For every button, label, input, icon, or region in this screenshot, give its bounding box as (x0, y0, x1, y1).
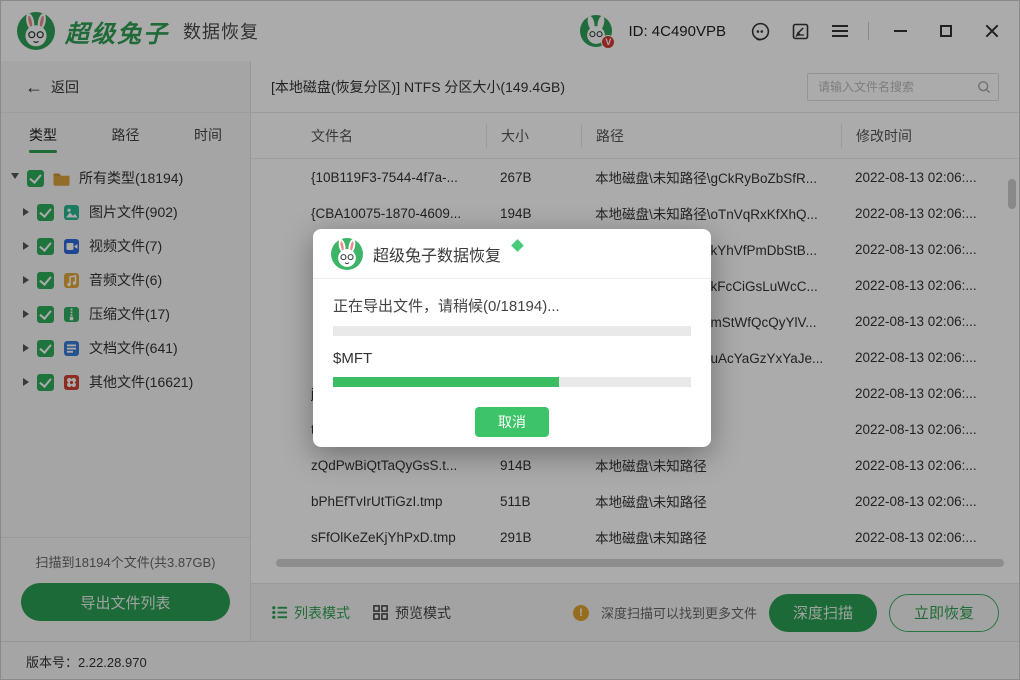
file-progress-fill (333, 377, 559, 387)
file-progress-bar (333, 377, 691, 387)
dialog-title: 超级兔子数据恢复 (373, 242, 501, 266)
export-status-text: 正在导出文件，请稍候(0/18194)... (333, 295, 691, 316)
diamond-decoration-icon (511, 239, 524, 252)
dialog-body: 正在导出文件，请稍候(0/18194)... $MFT 取消 (313, 279, 711, 437)
dialog-rabbit-logo-icon (331, 238, 363, 270)
dialog-header: 超级兔子数据恢复 (313, 229, 711, 279)
cancel-button[interactable]: 取消 (475, 407, 549, 437)
current-file-name: $MFT (333, 350, 691, 367)
app-window: 超级兔子 数据恢复 V ID: 4C490VPB (0, 0, 1020, 680)
export-progress-bar (333, 326, 691, 336)
export-progress-dialog: 超级兔子数据恢复 正在导出文件，请稍候(0/18194)... $MFT 取消 (313, 229, 711, 447)
